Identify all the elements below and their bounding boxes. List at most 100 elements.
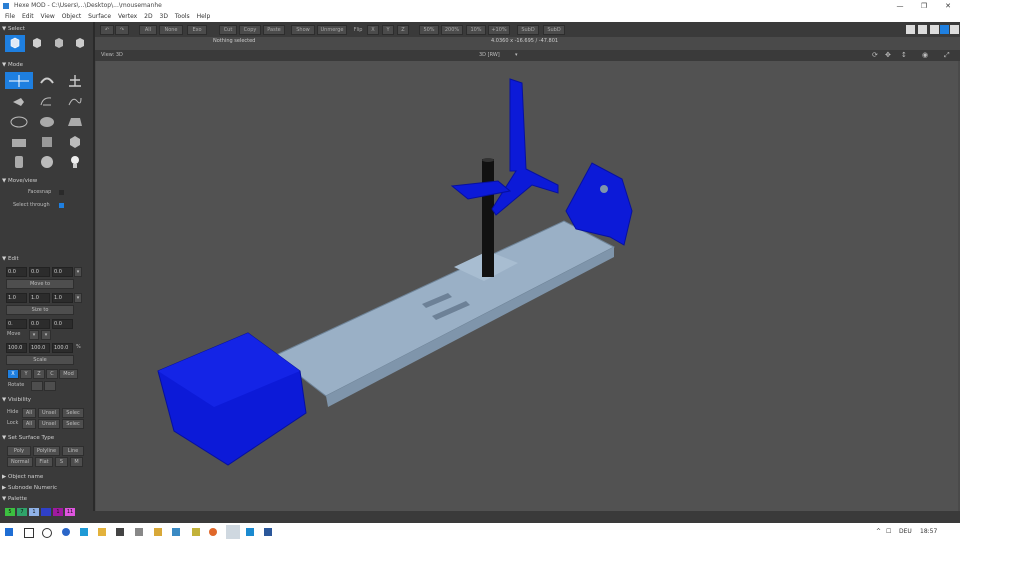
cut-button[interactable]: Cut xyxy=(219,25,237,35)
cylinder-icon[interactable] xyxy=(9,153,29,170)
scale-200-button[interactable]: 200% xyxy=(441,25,463,35)
show-button[interactable]: Show xyxy=(291,25,315,35)
paste-button[interactable]: Paste xyxy=(263,25,285,35)
ellipse-tool-icon[interactable] xyxy=(9,113,29,130)
palette-swatch-3[interactable]: 1 xyxy=(29,508,39,516)
explorer-icon[interactable] xyxy=(98,528,106,536)
network-icon[interactable]: ☐ xyxy=(886,523,891,540)
axis-y-button[interactable]: Y xyxy=(20,369,32,379)
store-icon[interactable] xyxy=(116,528,124,536)
flip-z-button[interactable]: Z xyxy=(397,25,409,35)
rotate-right-button[interactable] xyxy=(44,381,56,391)
hexe-taskbar-icon[interactable] xyxy=(226,525,240,539)
extrude-tool-icon[interactable] xyxy=(9,93,29,110)
size-x-input[interactable]: 1.0 xyxy=(6,293,27,303)
size-to-button[interactable]: Size to xyxy=(6,305,74,315)
select-through-checkbox[interactable] xyxy=(59,203,64,208)
language-indicator[interactable]: DEU xyxy=(899,523,912,540)
section-moveview[interactable]: ▼ Move/view xyxy=(2,178,37,185)
menu-vertex[interactable]: Vertex xyxy=(118,13,137,20)
refresh-icon[interactable]: ⟳ xyxy=(872,51,878,59)
base-rail[interactable] xyxy=(273,220,616,397)
maximize-icon[interactable]: ❐ xyxy=(912,0,936,12)
hide-unsel-button[interactable]: Unsel xyxy=(38,408,60,418)
menu-surface[interactable]: Surface xyxy=(88,13,111,20)
scale-50-button[interactable]: 50% xyxy=(419,25,439,35)
maximize-view-icon[interactable]: ⤢ xyxy=(944,51,950,59)
section-subnode-numeric[interactable]: ▶ Subnode Numeric xyxy=(2,485,57,492)
view-mode-dropdown[interactable]: 3D [RW] xyxy=(479,51,500,59)
palette-swatch-4[interactable] xyxy=(41,508,51,516)
move-stepper-down-icon[interactable]: ▾ xyxy=(41,330,51,340)
section-object-name[interactable]: ▶ Object name xyxy=(2,474,43,481)
menu-3d[interactable]: 3D xyxy=(160,13,168,20)
subd-alt-button[interactable]: SubD xyxy=(543,25,565,35)
size-z-input[interactable]: 1.0 xyxy=(52,293,73,303)
surface-s-button[interactable]: S xyxy=(55,457,68,467)
scale-tool-icon[interactable] xyxy=(65,72,85,89)
app-icon-3[interactable] xyxy=(172,528,180,536)
rotate-tool-icon[interactable] xyxy=(37,72,57,89)
hide-all-button[interactable]: All xyxy=(22,408,36,418)
scale-y-input[interactable]: 100.0 xyxy=(29,343,50,353)
light-icon[interactable] xyxy=(65,153,85,170)
move-z-input[interactable]: 0.0 xyxy=(52,267,73,277)
twist-tool-icon[interactable] xyxy=(65,93,85,110)
axis-c-button[interactable]: C xyxy=(46,369,58,379)
scale-plus10-button[interactable]: +10% xyxy=(488,25,510,35)
move-x-input[interactable]: 0.0 xyxy=(6,267,27,277)
close-icon[interactable]: ✕ xyxy=(936,0,960,12)
select-edge-icon[interactable] xyxy=(49,35,69,52)
app-icon-1[interactable] xyxy=(135,528,143,536)
palette-swatch-2[interactable]: 7 xyxy=(17,508,27,516)
flip-y-button[interactable]: Y xyxy=(382,25,394,35)
word-icon[interactable] xyxy=(264,528,272,536)
select-none-button[interactable]: None xyxy=(159,25,183,35)
menu-2d[interactable]: 2D xyxy=(144,13,152,20)
extrude-box-icon[interactable] xyxy=(9,133,29,150)
palette-swatch-5[interactable]: 1 xyxy=(53,508,63,516)
select-all-button[interactable]: All xyxy=(139,25,157,35)
move-to-button[interactable]: Move to xyxy=(6,279,74,289)
zoom-icon[interactable]: ↕ xyxy=(901,51,907,59)
undo-icon[interactable]: ↶ xyxy=(100,25,114,35)
pan-icon[interactable]: ✥ xyxy=(885,51,891,59)
menu-tools[interactable]: Tools xyxy=(175,13,190,20)
plane-tool-icon[interactable] xyxy=(65,113,85,130)
chevron-down-icon[interactable]: ▾ xyxy=(515,51,518,59)
search-icon[interactable] xyxy=(24,528,34,538)
app-icon-2[interactable] xyxy=(154,528,162,536)
rotate-left-button[interactable] xyxy=(31,381,43,391)
move-tool-icon[interactable] xyxy=(5,72,33,89)
layout-single-icon[interactable] xyxy=(906,25,915,34)
exo-button[interactable]: Exo xyxy=(187,25,207,35)
section-palette[interactable]: ▼ Palette xyxy=(2,496,27,503)
firefox-icon[interactable] xyxy=(209,528,217,536)
sphere-mesh-icon[interactable] xyxy=(37,113,57,130)
surface-normal-button[interactable]: Normal xyxy=(7,457,33,467)
palette-swatch-6[interactable]: 11 xyxy=(65,508,75,516)
browser-icon[interactable] xyxy=(62,528,70,536)
flip-x-button[interactable]: X xyxy=(367,25,379,35)
section-mode[interactable]: ▼ Mode xyxy=(2,62,23,69)
select-vertex-icon[interactable] xyxy=(70,35,90,52)
menu-file[interactable]: File xyxy=(5,13,15,20)
section-visibility[interactable]: ▼ Visibility xyxy=(2,397,31,404)
menu-object[interactable]: Object xyxy=(62,13,82,20)
lock-selec-button[interactable]: Selec xyxy=(62,419,84,429)
menu-view[interactable]: View xyxy=(41,13,55,20)
grid-box-icon[interactable] xyxy=(37,133,57,150)
bend-tool-icon[interactable] xyxy=(37,93,57,110)
surface-poly-button[interactable]: Poly xyxy=(7,446,31,456)
redo-icon[interactable]: ↷ xyxy=(115,25,129,35)
clock[interactable]: 18:57 xyxy=(920,523,937,540)
subd-button[interactable]: SubD xyxy=(517,25,539,35)
vertical-post[interactable] xyxy=(482,159,494,277)
axis-x-button[interactable]: X xyxy=(7,369,19,379)
scale-z-input[interactable]: 100.0 xyxy=(52,343,73,353)
unmerge-button[interactable]: Unmerge xyxy=(317,25,347,35)
size-dropdown-icon[interactable]: ▾ xyxy=(74,293,82,303)
axis-z-button[interactable]: Z xyxy=(33,369,45,379)
menu-edit[interactable]: Edit xyxy=(22,13,34,20)
offset-y-input[interactable]: 0.0 xyxy=(29,319,50,329)
